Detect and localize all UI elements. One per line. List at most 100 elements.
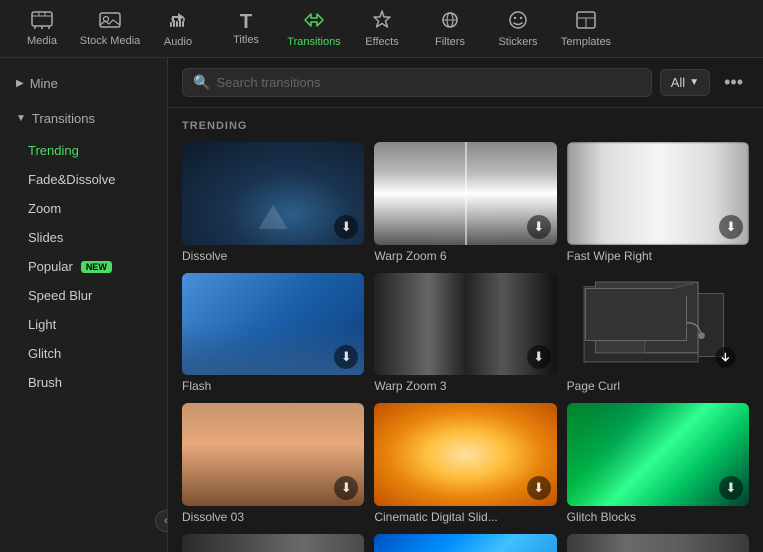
thumb-glitch: ⬇ — [567, 403, 749, 506]
thumb-fastwipe: ⬇ — [567, 142, 749, 245]
nav-stickers-label: Stickers — [498, 36, 537, 48]
list-item[interactable]: ⬇ Dark Ri... — [182, 534, 364, 552]
effects-icon — [372, 10, 392, 34]
nav-templates[interactable]: Templates — [552, 0, 620, 58]
sidebar-transitions-toggle[interactable]: ▼ Transitions — [16, 107, 151, 130]
nav-filters[interactable]: Filters — [416, 0, 484, 58]
section-label: TRENDING — [182, 120, 749, 132]
sidebar-mine-section: ▶ Mine — [0, 66, 167, 101]
transitions-icon — [303, 10, 325, 34]
sidebar-item-glitch[interactable]: Glitch — [0, 339, 167, 368]
sidebar-item-slides[interactable]: Slides — [0, 223, 167, 252]
sidebar-item-brush[interactable]: Brush — [0, 368, 167, 397]
nav-effects[interactable]: Effects — [348, 0, 416, 58]
nav-titles-label: Titles — [233, 34, 259, 46]
nav-titles[interactable]: T Titles — [212, 0, 280, 58]
sidebar-slides-label: Slides — [28, 230, 63, 245]
nav-stock-media[interactable]: Stock Media — [76, 0, 144, 58]
search-input[interactable] — [216, 75, 640, 90]
download-icon[interactable]: ⬇ — [527, 215, 551, 239]
nav-audio[interactable]: Audio — [144, 0, 212, 58]
filter-label: All — [671, 75, 685, 90]
sidebar-item-speed-blur[interactable]: Speed Blur — [0, 281, 167, 310]
filters-icon — [439, 10, 461, 34]
sidebar-light-label: Light — [28, 317, 56, 332]
download-icon[interactable]: ⬇ — [527, 476, 551, 500]
caption-dissolve03: Dissolve 03 — [182, 510, 364, 524]
list-item[interactable]: Page Curl — [567, 273, 749, 394]
sidebar-popular-label: Popular — [28, 259, 73, 274]
caption-glitch: Glitch Blocks — [567, 510, 749, 524]
audio-icon — [168, 10, 188, 34]
nav-transitions-label: Transitions — [287, 36, 340, 48]
sidebar-item-light[interactable]: Light — [0, 310, 167, 339]
transitions-grid: ⬇ Dissolve ⬇ Warp Zoom 6 ⬇ — [182, 142, 749, 552]
caption-flash: Flash — [182, 379, 364, 393]
thumb-flash: ⬇ — [182, 273, 364, 376]
caption-warpzoom6: Warp Zoom 6 — [374, 249, 556, 263]
sidebar-item-trending[interactable]: Trending — [0, 136, 167, 165]
caption-cinematic: Cinematic Digital Slid... — [374, 510, 556, 524]
sidebar-trending-label: Trending — [28, 143, 79, 158]
caption-pagecurl: Page Curl — [567, 379, 749, 393]
caption-warpzoom3: Warp Zoom 3 — [374, 379, 556, 393]
sidebar-item-zoom[interactable]: Zoom — [0, 194, 167, 223]
more-options-button[interactable]: ••• — [718, 70, 749, 95]
nav-stickers[interactable]: Stickers — [484, 0, 552, 58]
sidebar-mine-toggle[interactable]: ▶ Mine — [16, 72, 151, 95]
download-icon[interactable]: ⬇ — [719, 215, 743, 239]
download-icon[interactable]: ⬇ — [719, 476, 743, 500]
nav-media[interactable]: Media — [8, 0, 76, 58]
thumb-blue: ⬇ — [374, 534, 556, 552]
nav-effects-label: Effects — [365, 36, 398, 48]
list-item[interactable]: ⬇ Glitch Blocks — [567, 403, 749, 524]
titles-icon: T — [240, 12, 252, 32]
thumb-dark1: ⬇ — [182, 534, 364, 552]
caption-dissolve: Dissolve — [182, 249, 364, 263]
nav-stock-media-label: Stock Media — [80, 35, 141, 47]
templates-icon — [575, 10, 597, 34]
list-item[interactable]: ⬇ Dark le... — [567, 534, 749, 552]
list-item[interactable]: ⬇ Warp Zoom 6 — [374, 142, 556, 263]
search-bar: 🔍 All ▼ ••• — [168, 58, 763, 108]
search-icon: 🔍 — [193, 74, 210, 91]
thumb-pagecurl — [567, 273, 749, 376]
media-icon — [31, 11, 53, 33]
list-item[interactable]: ⬇ Dissolve 03 — [182, 403, 364, 524]
grid-container: TRENDING ⬇ Dissolve ⬇ Warp Zoom — [168, 108, 763, 552]
nav-media-label: Media — [27, 35, 57, 47]
sidebar-transitions-label: Transitions — [32, 111, 95, 126]
list-item[interactable]: ⬇ Photo F... — [374, 534, 556, 552]
list-item[interactable]: ⬇ Cinematic Digital Slid... — [374, 403, 556, 524]
list-item[interactable]: ⬇ Fast Wipe Right — [567, 142, 749, 263]
sidebar-speed-blur-label: Speed Blur — [28, 288, 92, 303]
sidebar-item-fade-dissolve[interactable]: Fade&Dissolve — [0, 165, 167, 194]
new-badge: NEW — [81, 261, 112, 273]
list-item[interactable]: ⬇ Warp Zoom 3 — [374, 273, 556, 394]
sidebar-mine-label: Mine — [30, 76, 58, 91]
thumb-cinematic: ⬇ — [374, 403, 556, 506]
sidebar-zoom-label: Zoom — [28, 201, 61, 216]
stock-media-icon — [99, 11, 121, 33]
filter-dropdown[interactable]: All ▼ — [660, 69, 710, 96]
nav-transitions[interactable]: Transitions — [280, 0, 348, 58]
download-icon[interactable]: ⬇ — [334, 476, 358, 500]
list-item[interactable]: ⬇ Flash — [182, 273, 364, 394]
thumb-dissolve03: ⬇ — [182, 403, 364, 506]
thumb-warpzoom3: ⬇ — [374, 273, 556, 376]
sidebar-glitch-label: Glitch — [28, 346, 61, 361]
chevron-down-icon: ▼ — [689, 77, 699, 88]
caption-fastwipe: Fast Wipe Right — [567, 249, 749, 263]
thumb-dissolve: ⬇ — [182, 142, 364, 245]
download-icon[interactable]: ⬇ — [334, 215, 358, 239]
sidebar-fade-dissolve-label: Fade&Dissolve — [28, 172, 115, 187]
nav-templates-label: Templates — [561, 36, 611, 48]
list-item[interactable]: ⬇ Dissolve — [182, 142, 364, 263]
search-input-wrap: 🔍 — [182, 68, 652, 97]
sidebar-brush-label: Brush — [28, 375, 62, 390]
sidebar-transitions-section: ▼ Transitions — [0, 101, 167, 136]
sidebar-item-popular[interactable]: Popular NEW — [0, 252, 167, 281]
download-icon[interactable]: ⬇ — [527, 345, 551, 369]
thumb-warpzoom6: ⬇ — [374, 142, 556, 245]
sidebar-collapse-button[interactable]: ‹ — [155, 510, 168, 532]
